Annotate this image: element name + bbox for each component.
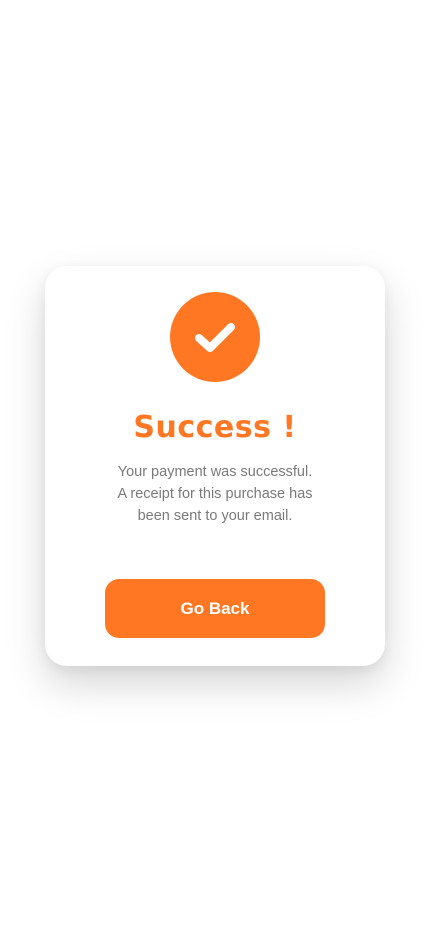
message-line: been sent to your email. — [137, 508, 293, 524]
check-circle-icon — [170, 292, 260, 382]
success-title: Success ! — [133, 410, 297, 445]
success-message: Your payment was successful. A receipt f… — [95, 461, 335, 527]
checkmark-icon — [195, 323, 235, 352]
message-line: Your payment was successful. — [117, 464, 313, 480]
message-line: A receipt for this purchase has — [117, 486, 313, 502]
success-card: Success ! Your payment was successful. A… — [45, 266, 385, 666]
go-back-button[interactable]: Go Back — [105, 579, 325, 638]
